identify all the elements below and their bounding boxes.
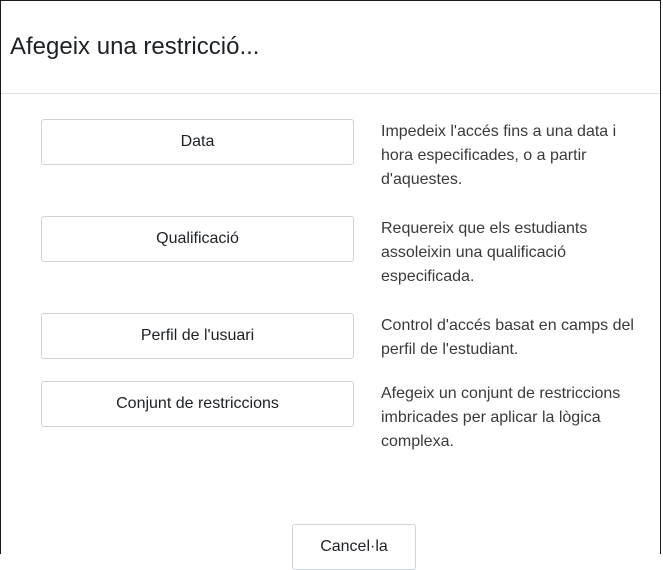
dialog-title: Afegeix una restricció... <box>10 33 260 60</box>
grade-restriction-button[interactable]: Qualificació <box>41 216 354 262</box>
restriction-set-description: Afegeix un conjunt de restriccions imbri… <box>381 385 621 450</box>
date-restriction-button[interactable]: Data <box>41 119 354 165</box>
dialog-header: Afegeix una restricció... <box>1 1 660 94</box>
user-profile-restriction-button[interactable]: Perfil de l'usuari <box>41 313 354 359</box>
cancel-button[interactable]: Cancel·la <box>292 524 416 570</box>
restriction-set-button[interactable]: Conjunt de restriccions <box>41 381 354 427</box>
grade-restriction-description: Requereix que els estudiants assoleixin … <box>381 220 588 285</box>
date-restriction-description: Impedeix l'accés fins a una data i hora … <box>381 123 617 188</box>
add-restriction-dialog: Afegeix una restricció... Data Impedeix … <box>0 0 661 570</box>
user-profile-restriction-description: Control d'accés basat en camps del perfi… <box>381 317 634 358</box>
